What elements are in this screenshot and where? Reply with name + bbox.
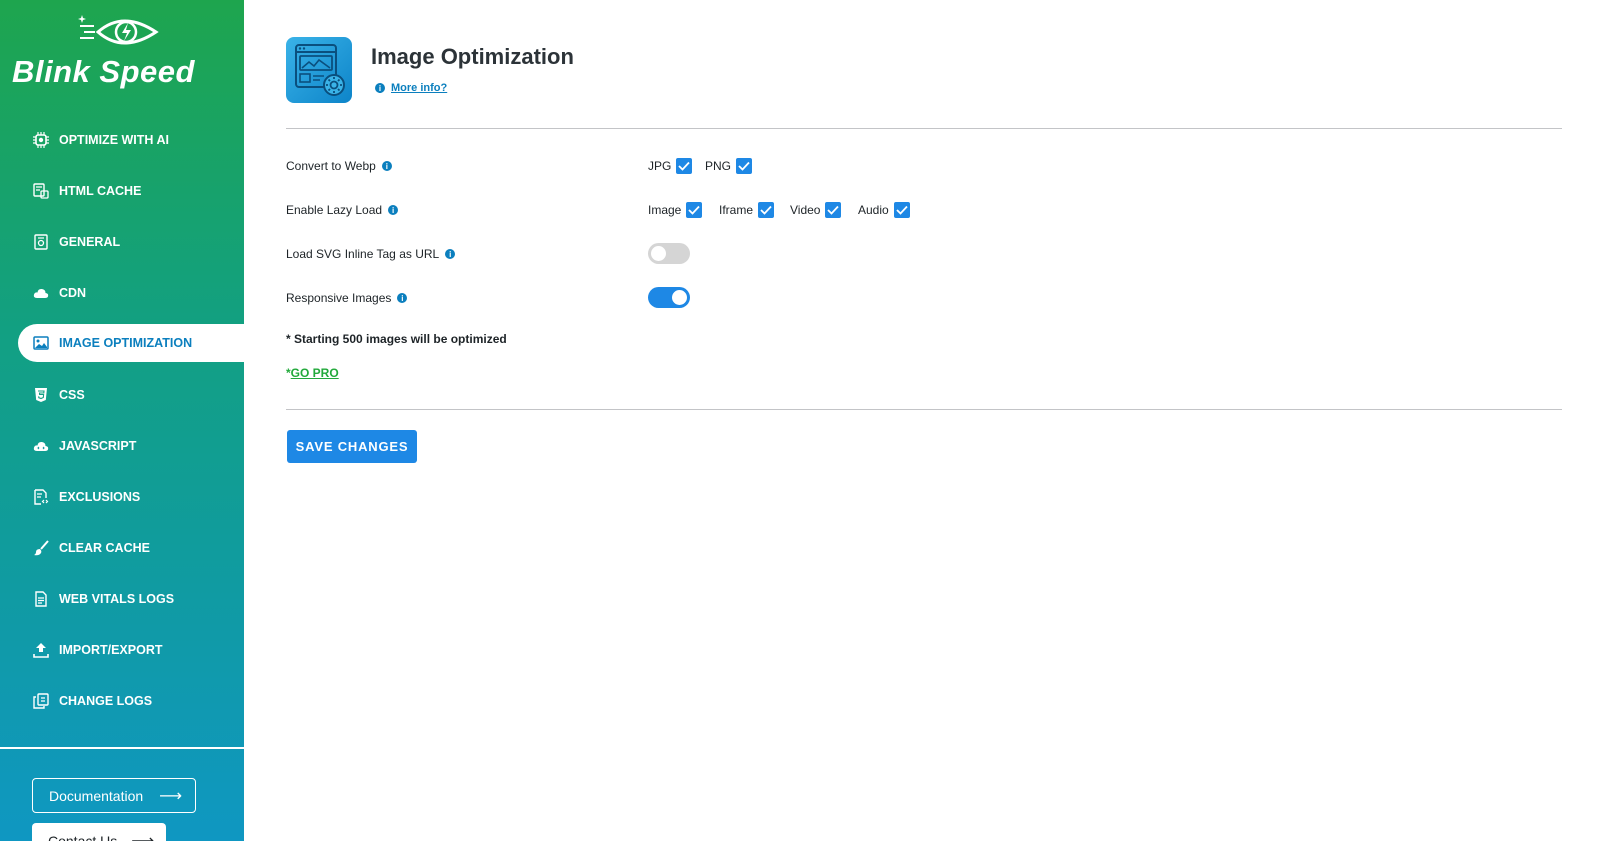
svg-inline-text: Load SVG Inline Tag as URL <box>286 247 440 261</box>
lazy-audio-checkbox[interactable] <box>893 202 910 218</box>
optimization-limit-note: * Starting 500 images will be optimized <box>286 332 507 346</box>
brand-name: Blink Speed <box>12 54 195 90</box>
footer-divider <box>286 409 1562 410</box>
responsive-images-toggle[interactable] <box>648 287 690 308</box>
sidebar-item-web-vitals-logs[interactable]: WEB VITALS LOGS <box>0 573 244 624</box>
sidebar-item-import-export[interactable]: IMPORT/EXPORT <box>0 624 244 675</box>
sidebar-item-exclusions[interactable]: EXCLUSIONS <box>0 471 244 522</box>
svg-inline-label: Load SVG Inline Tag as URL i <box>286 247 456 261</box>
cloud-icon <box>33 285 49 301</box>
sidebar-item-label: HTML CACHE <box>59 183 142 198</box>
go-pro-link[interactable]: GO PRO <box>291 366 339 380</box>
sidebar-item-label: GENERAL <box>59 234 121 249</box>
image-icon <box>33 335 49 351</box>
contact-us-button[interactable]: Contact Us ⟶ <box>32 823 166 841</box>
sidebar-item-label: WEB VITALS LOGS <box>59 591 175 606</box>
lazy-video-option: Video <box>790 202 842 218</box>
brush-icon <box>33 539 49 556</box>
iframe-label: Iframe <box>719 203 754 217</box>
webp-jpg-option: JPG <box>648 158 693 174</box>
info-icon[interactable]: i <box>381 161 392 171</box>
page-title: Image Optimization <box>371 44 574 69</box>
lazy-video-checkbox[interactable] <box>825 202 842 218</box>
sidebar-nav: OPTIMIZE WITH AI HTML CACHE GENERAL CDN … <box>0 114 244 726</box>
sidebar-item-label: CDN <box>59 285 87 300</box>
toggle-knob <box>651 246 666 261</box>
sidebar-item-css[interactable]: CSS <box>0 369 244 420</box>
audio-label: Audio <box>858 203 889 217</box>
lazy-iframe-option: Iframe <box>719 202 775 218</box>
sidebar-item-optimize-with-ai[interactable]: OPTIMIZE WITH AI <box>0 114 244 165</box>
copy-logs-icon <box>33 692 49 709</box>
sidebar-item-general[interactable]: GENERAL <box>0 216 244 267</box>
log-file-icon <box>33 590 49 607</box>
brand-name-part2: Speed <box>99 54 195 89</box>
sidebar-item-label: CHANGE LOGS <box>59 693 153 708</box>
more-info-label: More info? <box>391 82 448 94</box>
lazy-audio-option: Audio <box>858 202 910 218</box>
javascript-cloud-icon <box>33 438 49 454</box>
sidebar-item-label: EXCLUSIONS <box>59 489 141 504</box>
brand-name-part1: Blink <box>12 54 91 89</box>
sidebar-item-label: IMAGE OPTIMIZATION <box>59 336 193 350</box>
general-settings-icon <box>33 233 49 250</box>
webp-png-checkbox[interactable] <box>736 158 753 174</box>
sidebar-item-label: IMPORT/EXPORT <box>59 642 163 657</box>
arrow-right-icon: ⟶ <box>159 787 183 805</box>
arrow-right-icon: ⟶ <box>131 832 155 841</box>
contact-label: Contact Us <box>48 832 118 841</box>
info-icon[interactable]: i <box>445 249 456 259</box>
info-icon: i <box>375 83 385 93</box>
convert-webp-label: Convert to Webp i <box>286 159 392 173</box>
info-icon[interactable]: i <box>397 293 408 303</box>
sidebar-item-html-cache[interactable]: HTML CACHE <box>0 165 244 216</box>
documentation-button[interactable]: Documentation ⟶ <box>32 778 196 813</box>
documentation-label: Documentation <box>49 787 144 804</box>
sidebar-item-label: CSS <box>59 387 85 402</box>
jpg-label: JPG <box>648 159 672 173</box>
sidebar-item-cdn[interactable]: CDN <box>0 267 244 318</box>
webp-jpg-checkbox[interactable] <box>676 158 693 174</box>
toggle-knob <box>672 290 687 305</box>
lazy-image-checkbox[interactable] <box>686 202 703 218</box>
sidebar-item-label: JAVASCRIPT <box>59 438 137 453</box>
save-changes-button[interactable]: SAVE CHANGES <box>287 430 417 463</box>
sidebar: Blink Speed OPTIMIZE WITH AI HTML CACHE … <box>0 0 244 841</box>
image-label: Image <box>648 203 682 217</box>
brand-logo[interactable]: Blink Speed <box>12 10 232 92</box>
header-divider <box>286 128 1562 129</box>
more-info-link[interactable]: i More info? <box>375 82 447 94</box>
lazy-load-label: Enable Lazy Load i <box>286 203 399 217</box>
sidebar-item-label: OPTIMIZE WITH AI <box>59 132 169 147</box>
sidebar-item-javascript[interactable]: JAVASCRIPT <box>0 420 244 471</box>
go-pro: *GO PRO <box>286 366 339 380</box>
lazy-load-text: Enable Lazy Load <box>286 203 383 217</box>
png-label: PNG <box>705 159 732 173</box>
video-label: Video <box>790 203 821 217</box>
sidebar-item-change-logs[interactable]: CHANGE LOGS <box>0 675 244 726</box>
convert-webp-text: Convert to Webp <box>286 159 376 173</box>
exclusions-file-icon <box>33 488 49 505</box>
html-cache-icon <box>33 182 49 199</box>
sidebar-item-label: CLEAR CACHE <box>59 540 150 555</box>
info-icon[interactable]: i <box>388 205 399 215</box>
ai-chip-icon <box>33 131 49 148</box>
main-content: Image Optimization i More info? Convert … <box>286 0 1562 841</box>
responsive-images-label: Responsive Images i <box>286 291 408 305</box>
upload-icon <box>33 642 49 658</box>
sidebar-item-image-optimization[interactable]: IMAGE OPTIMIZATION <box>18 324 244 362</box>
responsive-images-text: Responsive Images <box>286 291 392 305</box>
webp-png-option: PNG <box>705 158 753 174</box>
css-icon <box>33 387 49 403</box>
lazy-iframe-checkbox[interactable] <box>758 202 775 218</box>
svg-inline-toggle[interactable] <box>648 243 690 264</box>
image-optimization-header-icon <box>286 37 352 103</box>
lazy-image-option: Image <box>648 202 703 218</box>
sidebar-item-clear-cache[interactable]: CLEAR CACHE <box>0 522 244 573</box>
eye-bolt-logo-icon <box>78 15 159 45</box>
sidebar-divider <box>0 747 244 749</box>
